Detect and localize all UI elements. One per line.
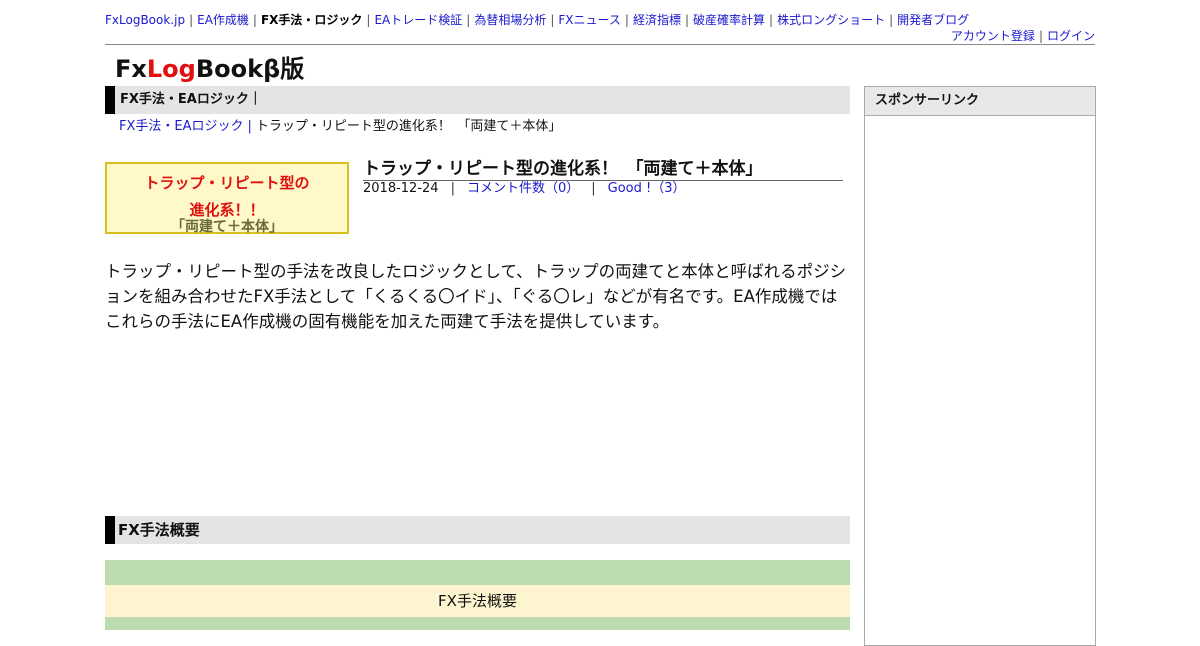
logo-text-log: Log	[146, 55, 196, 83]
breadcrumb-separator: |	[247, 119, 252, 134]
nav-fxlogbook[interactable]: FxLogBook.jp	[105, 13, 185, 27]
top-navigation: FxLogBook.jp | EA作成機 | FX手法・ロジック | EAトレード検証 | 為替…	[105, 12, 1095, 28]
nav-separator: |	[684, 13, 690, 27]
summary-section-title: FX手法概要	[118, 521, 200, 539]
table-bottom-bar	[105, 617, 850, 630]
good-count-link[interactable]: Good !（3）	[608, 181, 686, 196]
nav-separator: |	[252, 13, 257, 27]
nav-ea-builder[interactable]: EA作成機	[197, 13, 249, 27]
nav-separator: |	[466, 13, 471, 27]
nav-economic-indicators[interactable]: 経済指標	[633, 13, 681, 27]
login-link[interactable]: ログイン	[1047, 29, 1095, 43]
thumbnail-title-line2: 進化系！！	[189, 201, 265, 219]
thumbnail-title-line1: トラップ・リピート型の	[144, 174, 310, 192]
summary-section-header: FX手法概要	[105, 516, 850, 544]
nav-separator: |	[366, 13, 371, 27]
nav-separator: |	[889, 13, 894, 27]
category-header-title: FX手法・EAロジック｜	[120, 92, 262, 107]
meta-separator: |	[591, 181, 596, 196]
comment-count-link[interactable]: コメント件数（0）	[467, 181, 579, 196]
nav-ruin-probability[interactable]: 破産確率計算	[693, 13, 765, 27]
breadcrumb: FX手法・EAロジック | トラップ・リピート型の進化系！ 「両建て＋本体」	[119, 118, 561, 136]
header-divider	[105, 44, 1095, 45]
breadcrumb-parent-link[interactable]: FX手法・EAロジック	[119, 119, 244, 134]
account-register-link[interactable]: アカウント登録	[951, 29, 1035, 43]
article-body: トラップ・リピート型の手法を改良したロジックとして、トラップの両建てと本体と呼ば…	[105, 262, 847, 331]
nav-separator: |	[550, 13, 555, 27]
nav-separator: |	[769, 13, 774, 27]
nav-stock-long-short[interactable]: 株式ロングショート	[777, 13, 885, 27]
breadcrumb-current: トラップ・リピート型の進化系！ 「両建て＋本体」	[255, 119, 562, 134]
table-top-bar	[105, 560, 850, 585]
nav-ea-trade-verify[interactable]: EAトレード検証	[374, 13, 462, 27]
article-date: 2018-12-24	[363, 181, 439, 196]
nav-separator: |	[189, 13, 194, 27]
nav-separator: |	[1038, 29, 1043, 43]
logo-text-fx: Fx	[115, 55, 147, 83]
article-meta: 2018-12-24 | コメント件数（0） | Good !（3）	[363, 180, 685, 198]
nav-separator: |	[624, 13, 629, 27]
sponsor-sidebar: スポンサーリンク	[864, 86, 1096, 646]
nav-developer-blog[interactable]: 開発者ブログ	[897, 13, 969, 27]
category-header: FX手法・EAロジック｜	[105, 86, 850, 114]
sponsor-link-header: スポンサーリンク	[865, 87, 1095, 116]
thumbnail-subtitle: 「両建て＋本体」	[171, 219, 283, 235]
article-title: トラップ・リピート型の進化系！ 「両建て＋本体」	[363, 158, 843, 181]
site-logo[interactable]: FxLogBookβ版	[115, 54, 304, 84]
article-thumbnail[interactable]: トラップ・リピート型の 進化系！！ 「両建て＋本体」	[105, 162, 349, 235]
summary-table-header: FX手法概要	[105, 585, 850, 617]
nav-fx-news[interactable]: FXニュース	[558, 13, 621, 27]
nav-fx-logic-current[interactable]: FX手法・ロジック	[261, 13, 362, 27]
nav-market-analysis[interactable]: 為替相場分析	[474, 13, 546, 27]
meta-separator: |	[450, 181, 455, 196]
logo-text-book: Bookβ版	[195, 55, 305, 83]
account-navigation: アカウント登録 | ログイン	[951, 28, 1095, 44]
